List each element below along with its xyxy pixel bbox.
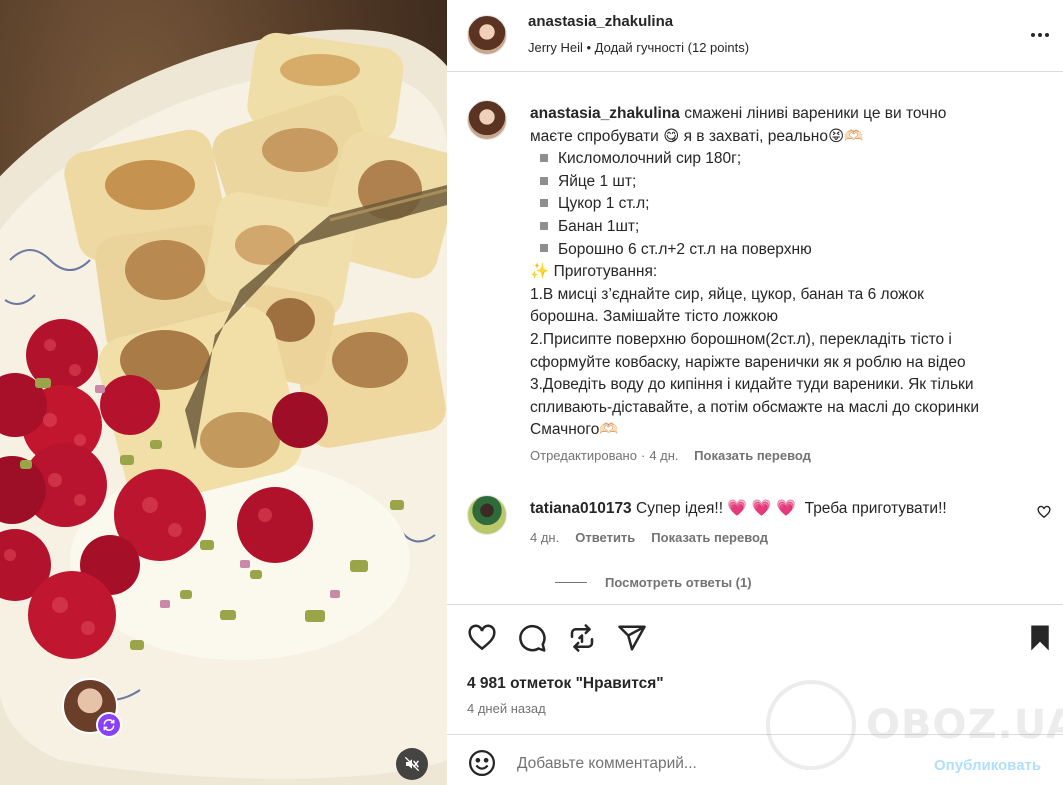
- share-icon[interactable]: [617, 623, 647, 653]
- ingredient-item: Банан 1шт;: [530, 216, 1050, 239]
- author-username[interactable]: anastasia_zhakulina: [528, 13, 673, 30]
- bookmark-icon[interactable]: [1025, 623, 1055, 653]
- audio-track[interactable]: Jerry Heil • Додай гучності (12 points): [528, 40, 749, 55]
- post-actions: 4 981 отметок "Нравится" 4 дней назад: [447, 604, 1063, 734]
- comment-text: tatiana010173 Супер ідея!! 💗 💗 💗 Треба п…: [530, 500, 947, 517]
- ingredient-item: Кисломолочний сир 180г;: [530, 148, 1050, 171]
- caption-username[interactable]: anastasia_zhakulina: [530, 105, 680, 122]
- steps-title: ✨ Приготування:: [530, 263, 658, 281]
- comment-reply-button[interactable]: Ответить: [575, 530, 635, 545]
- post-comment-button[interactable]: Опубликовать: [934, 757, 1041, 774]
- caption-time[interactable]: 4 дн.: [649, 448, 678, 463]
- caption-meta: Отредактировано · 4 дн. Показать перевод: [530, 448, 811, 463]
- post-media[interactable]: [0, 0, 447, 785]
- more-options-icon[interactable]: [1031, 25, 1055, 45]
- comment-like-heart-icon[interactable]: [1037, 505, 1051, 524]
- ingredient-item: Цукор 1 ст.л;: [530, 193, 1050, 216]
- edited-label: Отредактировано: [530, 448, 637, 463]
- view-replies-button[interactable]: Посмотреть ответы (1): [555, 575, 752, 590]
- author-avatar[interactable]: [467, 15, 507, 55]
- repost-icon[interactable]: [567, 623, 597, 653]
- post-time: 4 дней назад: [467, 701, 546, 716]
- heart-icon[interactable]: [467, 623, 497, 653]
- comment-time: 4 дн.: [530, 530, 560, 545]
- caption-translate-button[interactable]: Показать перевод: [694, 448, 811, 463]
- likes-count[interactable]: 4 981 отметок "Нравится": [467, 675, 664, 693]
- comment-form: Добавьте комментарий... Опубликовать: [447, 734, 1063, 785]
- commenter-username[interactable]: tatiana010173: [530, 500, 632, 517]
- post-side-panel: anastasia_zhakulina Jerry Heil • Додай г…: [447, 0, 1063, 785]
- speaker-muted-icon[interactable]: [396, 748, 428, 780]
- caption-line: смажені ліниві вареники це ви точно: [684, 105, 947, 122]
- caption-author-avatar[interactable]: [467, 100, 507, 140]
- commenter-avatar[interactable]: [467, 495, 507, 535]
- step-line: 1.В мисці з’єднайте сир, яйце, цукор, ба…: [530, 285, 924, 303]
- step-line: борошна. Замішайте тісто ложкою: [530, 308, 778, 326]
- step-line: 2.Присипте поверхню борошном(2ст.л), пер…: [530, 330, 952, 348]
- caption-line: маєте спробувати 😋 я в захваті, реально😝…: [530, 127, 864, 145]
- step-line: Смачного🫶🏻: [530, 421, 619, 439]
- repost-badge-icon: [96, 712, 122, 738]
- step-line: 3.Доведіть воду до кипіння і кидайте туд…: [530, 376, 974, 394]
- comment-input[interactable]: Добавьте комментарий...: [517, 755, 697, 773]
- comment-meta: 4 дн. Ответить Показать перевод: [530, 530, 768, 545]
- emoji-icon[interactable]: [467, 748, 497, 778]
- ingredient-item: Борошно 6 ст.л+2 ст.л на поверхню: [530, 239, 1050, 262]
- food-photo: [0, 29, 447, 785]
- ingredient-item: Яйце 1 шт;: [530, 171, 1050, 194]
- step-line: спливають-діставайте, а потім обсмажте н…: [530, 398, 979, 416]
- comment-translate-button[interactable]: Показать перевод: [651, 530, 768, 545]
- post-header: anastasia_zhakulina Jerry Heil • Додай г…: [447, 0, 1063, 72]
- comment-icon[interactable]: [517, 623, 547, 653]
- step-line: сформуйте ковбаску, наріжте варенички як…: [530, 353, 966, 371]
- comment-hearts: 💗 💗 💗: [727, 500, 796, 517]
- caption-text: anastasia_zhakulina смажені ліниві варен…: [530, 103, 1050, 442]
